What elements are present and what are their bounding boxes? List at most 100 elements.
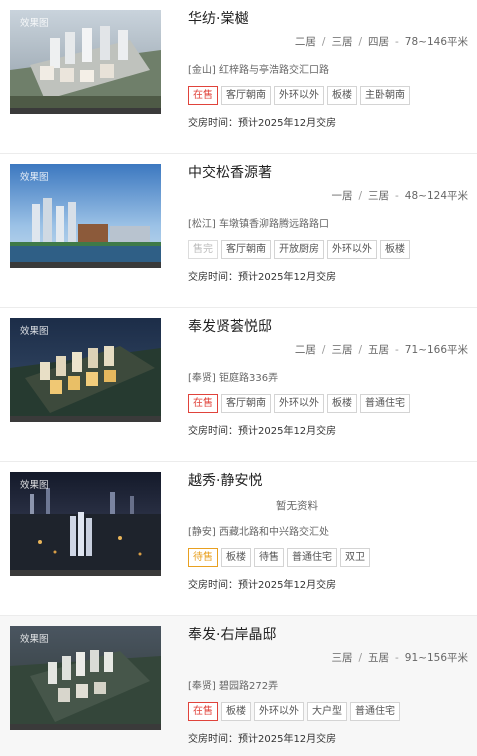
tag-list: 在售 客厅朝南 外环以外 板楼 普通住宅 (188, 391, 413, 413)
no-data-text: 暂无资料 (276, 500, 318, 512)
feature-tag: 待售 (254, 548, 284, 567)
room-type: 二居 (294, 36, 316, 48)
tag-list: 待售 板楼 待售 普通住宅 双卫 (188, 545, 373, 567)
image-bottom-bar (10, 570, 161, 576)
watermark-label: 效果图 (20, 172, 49, 183)
feature-tag: 普通住宅 (287, 548, 337, 567)
project-name[interactable]: 奉发·右岸晶邸 (188, 624, 468, 646)
feature-tag: 普通住宅 (350, 702, 400, 721)
feature-tag: 板楼 (221, 702, 251, 721)
project-rendering-image[interactable]: 效果图 (10, 318, 161, 422)
tag-list: 在售 板楼 外环以外 大户型 普通住宅 (188, 699, 403, 721)
feature-tag: 板楼 (380, 240, 410, 259)
project-rendering-image[interactable]: 效果图 (10, 10, 161, 114)
image-bottom-bar (10, 262, 161, 268)
room-type: 五居 (368, 652, 389, 664)
project-address: [松江] 车墩镇香泖路腾远路路口 (188, 219, 329, 230)
separator: - (395, 36, 399, 48)
room-type: 五居 (368, 344, 389, 356)
list-item[interactable]: 效果图 越秀·静安悦 暂无资料 [静安] 西藏北路和中兴路交汇处 待售 板楼 待售普… (0, 462, 477, 616)
area-range: 48~124平米 (404, 190, 468, 202)
feature-tag: 板楼 (327, 86, 357, 105)
listing-info: 越秀·静安悦 暂无资料 [静安] 西藏北路和中兴路交汇处 待售 板楼 待售 普通住宅双… (188, 470, 468, 591)
project-address: [金山] 红梓路与亭浩路交汇口路 (188, 65, 329, 76)
area-range: 71~166平米 (404, 344, 468, 356)
room-type: 四居 (368, 36, 389, 48)
list-item[interactable]: 效果图 奉发·右岸晶邸 三居 / 五居 -91~156平米 [奉贤] 碧园路272弄 … (0, 616, 477, 756)
area-range: 91~156平米 (404, 652, 468, 664)
delivery-time: 交房时间：预计2025年12月交房 (188, 734, 337, 745)
status-badge: 在售 (188, 86, 218, 105)
separator: / (321, 36, 326, 48)
room-type: 三居 (331, 36, 353, 48)
project-address: [奉贤] 碧园路272弄 (188, 681, 279, 692)
status-badge: 在售 (188, 702, 218, 721)
image-bottom-bar (10, 108, 161, 114)
delivery-time: 交房时间：预计2025年12月交房 (188, 272, 337, 283)
project-name[interactable]: 奉发贤荟悦邸 (188, 316, 468, 338)
listing-info: 奉发·右岸晶邸 三居 / 五居 -91~156平米 [奉贤] 碧园路272弄 在售 板楼… (188, 624, 468, 745)
room-types: 一居 / 三居 -48~124平米 (325, 188, 468, 203)
status-badge: 在售 (188, 394, 218, 413)
image-bottom-bar (10, 724, 161, 730)
project-name[interactable]: 越秀·静安悦 (188, 470, 468, 492)
feature-tag: 板楼 (327, 394, 357, 413)
area-range: 78~146平米 (404, 36, 468, 48)
feature-tag: 外环以外 (274, 394, 324, 413)
tag-list: 在售 客厅朝南 外环以外 板楼 主卧朝南 (188, 83, 413, 105)
separator: - (395, 652, 399, 664)
room-types: 二居 / 三居 / 四居 -78~146平米 (289, 34, 468, 49)
listing-list: 效果图 华纺·棠樾 二居 / 三居 / 四居 -78~146平米 [金山] 红梓路与亭浩路… (0, 0, 477, 756)
room-type: 三居 (331, 652, 353, 664)
project-address: [静安] 西藏北路和中兴路交汇处 (188, 527, 329, 538)
feature-tag: 普通住宅 (360, 394, 410, 413)
room-type: 二居 (294, 344, 316, 356)
listing-info: 中交松香源著 一居 / 三居 -48~124平米 [松江] 车墩镇香泖路腾远路路口 售… (188, 162, 468, 283)
feature-tag: 外环以外 (327, 240, 377, 259)
separator: / (358, 190, 362, 202)
feature-tag: 主卧朝南 (360, 86, 410, 105)
feature-tag: 外环以外 (274, 86, 324, 105)
project-rendering-image[interactable]: 效果图 (10, 164, 161, 268)
list-item[interactable]: 效果图 华纺·棠樾 二居 / 三居 / 四居 -78~146平米 [金山] 红梓路与亭浩路… (0, 0, 477, 154)
separator: / (321, 344, 326, 356)
delivery-time: 交房时间：预计2025年12月交房 (188, 580, 337, 591)
room-type: 三居 (368, 190, 389, 202)
watermark-label: 效果图 (20, 480, 49, 491)
room-type: 一居 (331, 190, 353, 202)
separator: - (395, 344, 399, 356)
separator: - (395, 190, 399, 202)
tag-list: 售完 客厅朝南 开放厨房 外环以外 板楼 (188, 237, 413, 259)
image-bottom-bar (10, 416, 161, 422)
listing-info: 华纺·棠樾 二居 / 三居 / 四居 -78~146平米 [金山] 红梓路与亭浩路交汇口路… (188, 8, 468, 129)
room-type: 三居 (331, 344, 353, 356)
separator: / (358, 652, 362, 664)
watermark-label: 效果图 (20, 634, 49, 645)
delivery-time: 交房时间：预计2025年12月交房 (188, 426, 337, 437)
feature-tag: 客厅朝南 (221, 86, 271, 105)
room-types: 二居 / 三居 / 五居 -71~166平米 (289, 342, 468, 357)
feature-tag: 开放厨房 (274, 240, 324, 259)
room-types: 三居 / 五居 -91~156平米 (325, 650, 468, 665)
delivery-time: 交房时间：预计2025年12月交房 (188, 118, 337, 129)
separator: / (358, 344, 362, 356)
project-rendering-image[interactable]: 效果图 (10, 626, 161, 730)
project-rendering-image[interactable]: 效果图 (10, 472, 161, 576)
project-name[interactable]: 中交松香源著 (188, 162, 468, 184)
watermark-label: 效果图 (20, 18, 49, 29)
feature-tag: 大户型 (307, 702, 347, 721)
feature-tag: 双卫 (340, 548, 370, 567)
feature-tag: 客厅朝南 (221, 240, 271, 259)
list-item[interactable]: 效果图 奉发贤荟悦邸 二居 / 三居 / 五居 -71~166平米 [奉贤] 钜庭路336… (0, 308, 477, 462)
feature-tag: 板楼 (221, 548, 251, 567)
project-address: [奉贤] 钜庭路336弄 (188, 373, 279, 384)
feature-tag: 客厅朝南 (221, 394, 271, 413)
list-item[interactable]: 效果图 中交松香源著 一居 / 三居 -48~124平米 [松江] 车墩镇香泖路腾远路… (0, 154, 477, 308)
separator: / (358, 36, 362, 48)
status-badge: 待售 (188, 548, 218, 567)
watermark-label: 效果图 (20, 326, 49, 337)
feature-tag: 外环以外 (254, 702, 304, 721)
listing-info: 奉发贤荟悦邸 二居 / 三居 / 五居 -71~166平米 [奉贤] 钜庭路336弄 在售… (188, 316, 468, 437)
status-badge: 售完 (188, 240, 218, 259)
project-name[interactable]: 华纺·棠樾 (188, 8, 468, 30)
